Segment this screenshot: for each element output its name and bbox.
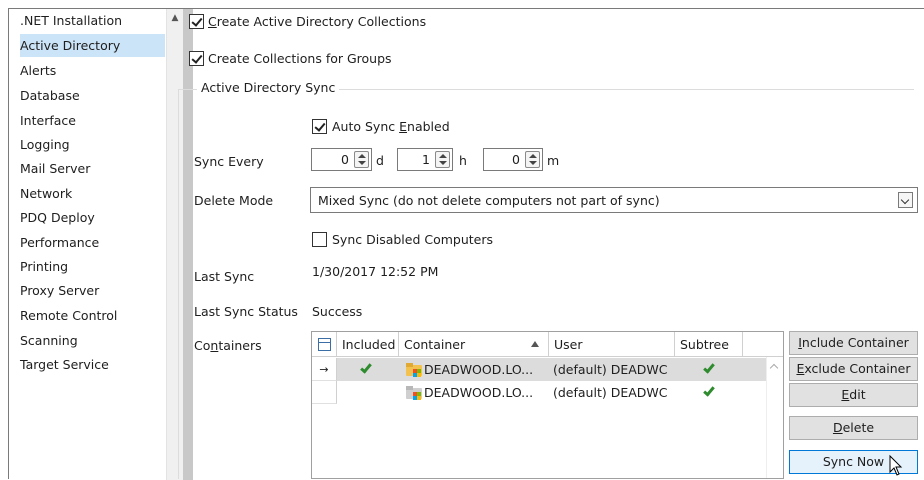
sidebar-item-logging[interactable]: Logging <box>20 133 70 156</box>
delete-mode-dropdown[interactable]: Mixed Sync (do not delete computers not … <box>310 187 918 213</box>
column-header-container[interactable]: Container <box>399 332 549 357</box>
last-sync-label: Last Sync <box>194 269 255 284</box>
create-group-collections-checkbox[interactable] <box>189 51 204 66</box>
last-sync-status-value: Success <box>312 304 363 319</box>
sidebar-item-label: Active Directory <box>20 38 121 53</box>
subtree-check-icon <box>703 361 715 374</box>
sidebar-item-mail-server[interactable]: Mail Server <box>20 157 90 180</box>
ad-container-folder-icon <box>406 386 424 400</box>
sidebar-item-label: Printing <box>20 259 69 274</box>
sidebar-item-interface[interactable]: Interface <box>20 109 76 132</box>
ad-sync-group-title: Active Directory Sync <box>197 80 340 95</box>
sidebar-item-pdq-deploy[interactable]: PDQ Deploy <box>20 206 95 229</box>
scroll-up-arrow-icon[interactable]: ▲ <box>167 11 183 25</box>
mouse-pointer-icon <box>889 454 903 476</box>
settings-sidebar: .NET Installation Active Directory Alert… <box>10 9 166 480</box>
sync-days-stepper[interactable]: 0 <box>311 148 372 171</box>
sync-disabled-computers-label: Sync Disabled Computers <box>332 232 494 247</box>
table-row[interactable]: → DEADWOOD.LO... (default) DEADWC <box>312 358 783 381</box>
sidebar-item-remote-control[interactable]: Remote Control <box>20 304 117 327</box>
grid-scrollbar[interactable] <box>766 357 783 478</box>
sync-hours-value: 1 <box>422 152 430 167</box>
sidebar-item-net-installation[interactable]: .NET Installation <box>20 9 122 32</box>
container-cell: DEADWOOD.LO... <box>424 385 534 400</box>
sidebar-item-label: .NET Installation <box>20 13 123 28</box>
sidebar-item-label: Database <box>20 88 80 103</box>
sidebar-item-label: Target Service <box>20 357 109 372</box>
row-marker-arrow-icon: → <box>312 358 337 381</box>
last-sync-status-label: Last Sync Status <box>194 304 298 319</box>
edit-button[interactable]: Edit <box>789 383 918 407</box>
create-ad-collections-checkbox[interactable] <box>189 14 204 29</box>
user-cell: (default) DEADWC <box>553 385 668 400</box>
sidebar-item-target-service[interactable]: Target Service <box>20 353 109 376</box>
sidebar-item-label: Proxy Server <box>20 283 100 298</box>
delete-button[interactable]: Delete <box>789 416 918 440</box>
sync-hours-stepper[interactable]: 1 <box>397 148 453 171</box>
select-all-cell[interactable] <box>312 332 337 357</box>
hours-unit-label: h <box>459 153 467 168</box>
include-container-button[interactable]: Include Container <box>789 331 918 355</box>
spin-buttons-icon[interactable] <box>354 151 369 168</box>
sync-disabled-computers-checkbox[interactable] <box>312 232 327 247</box>
column-header-user[interactable]: User <box>549 332 675 357</box>
sidebar-item-proxy-server[interactable]: Proxy Server <box>20 279 99 302</box>
exclude-container-button[interactable]: Exclude Container <box>789 357 918 381</box>
sidebar-item-label: Logging <box>20 137 70 152</box>
sync-every-label: Sync Every <box>194 154 264 169</box>
create-ad-collections-label: Create Active Directory Collections <box>208 14 427 29</box>
containers-label: Containers <box>194 338 262 353</box>
subtree-check-icon <box>703 384 715 397</box>
sidebar-item-label: Remote Control <box>20 308 118 323</box>
column-header-included[interactable]: Included <box>337 332 399 357</box>
scroll-up-arrow-icon[interactable] <box>769 363 779 373</box>
last-sync-value: 1/30/2017 12:52 PM <box>312 264 439 279</box>
sidebar-item-label: Interface <box>20 113 76 128</box>
create-group-collections-label: Create Collections for Groups <box>208 51 392 66</box>
minutes-unit-label: m <box>547 153 560 168</box>
sidebar-item-label: Network <box>20 186 73 201</box>
sidebar-item-performance[interactable]: Performance <box>20 231 99 254</box>
sidebar-item-label: Scanning <box>20 333 78 348</box>
included-check-icon <box>360 361 372 374</box>
containers-grid[interactable]: Included Container User Subtree → DEADWO… <box>311 331 784 479</box>
grid-header: Included Container User Subtree <box>312 332 783 357</box>
days-unit-label: d <box>376 153 384 168</box>
delete-mode-label: Delete Mode <box>194 193 274 208</box>
sync-days-value: 0 <box>341 152 349 167</box>
sync-minutes-stepper[interactable]: 0 <box>483 148 543 171</box>
sidebar-item-alerts[interactable]: Alerts <box>20 59 56 82</box>
sidebar-item-network[interactable]: Network <box>20 182 72 205</box>
sidebar-item-active-directory[interactable]: Active Directory <box>20 34 165 57</box>
sidebar-item-printing[interactable]: Printing <box>20 255 68 278</box>
user-cell: (default) DEADWC <box>553 362 668 377</box>
sidebar-item-database[interactable]: Database <box>20 84 80 107</box>
spin-buttons-icon[interactable] <box>435 151 450 168</box>
chevron-down-icon[interactable] <box>898 192 913 208</box>
spin-buttons-icon[interactable] <box>525 151 540 168</box>
column-header-container-label: Container <box>404 337 466 352</box>
grid-select-icon[interactable] <box>318 338 331 351</box>
column-header-subtree[interactable]: Subtree <box>675 332 743 357</box>
sync-minutes-value: 0 <box>512 152 520 167</box>
sort-ascending-icon <box>531 341 539 347</box>
auto-sync-label: Auto Sync Enabled <box>332 119 450 134</box>
auto-sync-checkbox[interactable] <box>312 119 327 134</box>
row-marker-cell <box>312 381 337 404</box>
sidebar-item-label: Alerts <box>20 63 57 78</box>
ad-container-folder-icon <box>406 363 424 377</box>
delete-mode-value: Mixed Sync (do not delete computers not … <box>318 193 660 208</box>
sidebar-item-label: Performance <box>20 235 100 250</box>
sidebar-item-label: Mail Server <box>20 161 91 176</box>
sidebar-item-label: PDQ Deploy <box>20 210 95 225</box>
table-row[interactable]: DEADWOOD.LO... (default) DEADWC <box>312 381 783 404</box>
container-cell: DEADWOOD.LO... <box>424 362 534 377</box>
sidebar-item-scanning[interactable]: Scanning <box>20 329 78 352</box>
